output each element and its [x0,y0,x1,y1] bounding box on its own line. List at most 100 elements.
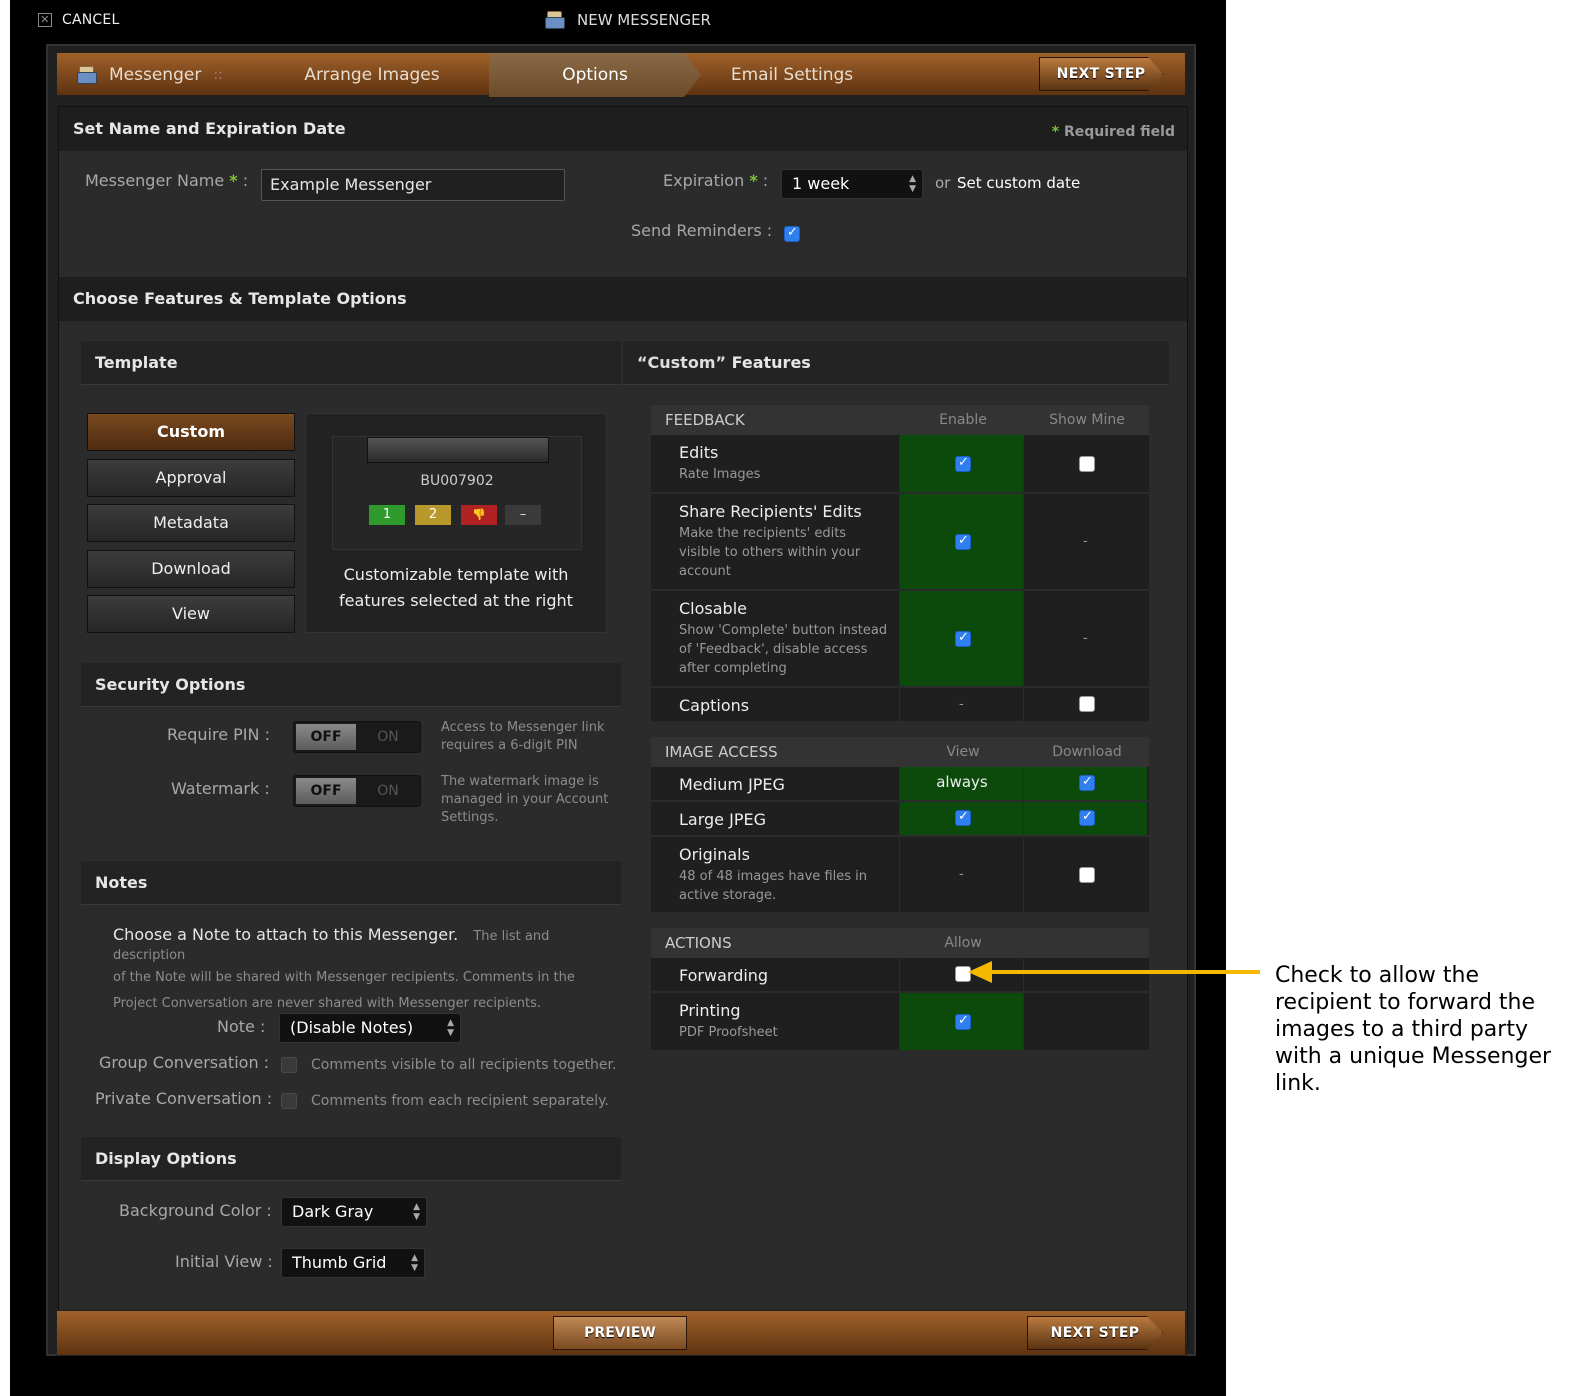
edits-show-mine-checkbox[interactable] [1079,456,1095,472]
template-download-button[interactable]: Download [87,550,295,588]
background-color-label: Background Color : [119,1201,272,1220]
close-icon: ✕ [38,13,52,27]
top-bar: ✕ CANCEL NEW MESSENGER [10,0,1226,42]
updown-icon: ▲ ▼ [413,1202,420,1222]
notes-header: Notes [81,861,621,905]
originals-download-checkbox[interactable] [1079,867,1095,883]
large-view-checkbox[interactable] [955,809,971,826]
messenger-icon [77,66,97,84]
template-view-button[interactable]: View [87,595,295,633]
medium-view-always: always [936,773,988,791]
group-conversation-checkbox[interactable] [281,1057,297,1073]
section-title: Set Name and Expiration Date [73,119,346,138]
access-row-medium-jpeg: Medium JPEG always [651,767,1149,801]
custom-features-header: “Custom” Features [623,341,1169,385]
printing-allow-checkbox[interactable] [955,1013,971,1030]
messenger-name-label: Messenger Name * : [85,171,249,190]
large-download-checkbox[interactable] [1079,809,1095,826]
initial-view-select[interactable]: Thumb Grid ▲ ▼ [281,1248,425,1278]
app-window: ✕ CANCEL NEW MESSENGER Messenger :: Arra… [10,0,1226,1396]
template-approval-button[interactable]: Approval [87,459,295,497]
cancel-label: CANCEL [62,12,120,28]
or-text: or [935,174,951,192]
template-description: Customizable template with features selec… [339,565,573,610]
section-features-template: Choose Features & Template Options [59,277,1187,321]
section-title: Choose Features & Template Options [73,289,407,308]
messenger-name-input[interactable]: Example Messenger [261,169,565,201]
action-row-printing: Printing PDF Proofsheet [651,993,1149,1051]
required-field-note: Required field [1063,124,1175,140]
notes-description: Choose a Note to attach to this Messenge… [113,925,575,1011]
actions-header: ACTIONS Allow [651,928,1149,958]
next-step-button-bottom[interactable]: NEXT STEP [1027,1316,1163,1350]
access-row-large-jpeg: Large JPEG [651,802,1149,836]
step-arrange-images[interactable]: Arrange Images [267,53,477,97]
closable-enable-checkbox[interactable] [955,630,971,647]
app-title: NEW MESSENGER [545,11,711,29]
step-label: Messenger [109,65,202,85]
send-reminders-checkbox[interactable] [784,225,800,242]
annotation-arrow-icon [968,961,992,983]
step-options[interactable]: Options [489,53,701,97]
require-pin-label: Require PIN : [167,725,270,744]
display-options-header: Display Options [81,1137,621,1181]
set-custom-date-link[interactable]: Set custom date [957,174,1080,192]
step-separator: :: [213,67,223,83]
watermark-toggle[interactable]: OFF ON [293,775,421,807]
share-edits-enable-checkbox[interactable] [955,533,971,550]
template-metadata-button[interactable]: Metadata [87,504,295,542]
thumbnail-image [367,437,549,463]
feedback-header: FEEDBACK Enable Show Mine [651,405,1149,435]
next-step-button[interactable]: NEXT STEP [1039,57,1163,91]
step-messenger[interactable]: Messenger :: [77,53,247,97]
group-conversation-help: Comments visible to all recipients toget… [311,1057,617,1073]
edits-enable-checkbox[interactable] [955,455,971,472]
expiration-select[interactable]: 1 week ▲ ▼ [781,169,923,199]
updown-icon: ▲ ▼ [411,1253,418,1273]
cancel-button[interactable]: ✕ CANCEL [38,12,119,28]
updown-icon: ▲ ▼ [909,174,916,194]
feature-row-captions: Captions - [651,688,1149,722]
private-conversation-checkbox[interactable] [281,1093,297,1109]
step-email-settings[interactable]: Email Settings [697,53,887,97]
private-conversation-label: Private Conversation : [95,1089,273,1108]
main-frame: Messenger :: Arrange Images Options Emai… [46,44,1196,1356]
messenger-icon [545,11,565,29]
send-reminders-label: Send Reminders : [631,221,773,240]
feature-row-edits: Edits Rate Images [651,435,1149,493]
private-conversation-help: Comments from each recipient separately. [311,1093,609,1109]
expiration-label: Expiration * : [663,171,769,190]
note-select[interactable]: (Disable Notes) ▲ ▼ [279,1013,461,1043]
clear-rating-button: – [505,505,541,525]
app-title-text: NEW MESSENGER [577,11,711,29]
preview-button[interactable]: PREVIEW [553,1316,687,1350]
security-options-header: Security Options [81,663,621,707]
template-header: Template [81,341,621,385]
template-custom-button[interactable]: Custom [87,413,295,451]
template-preview: BU007902 1 2 👎 – Customizable template w… [305,413,607,633]
watermark-label: Watermark : [171,779,270,798]
required-star: * [1051,124,1060,140]
captions-show-mine-checkbox[interactable] [1079,696,1095,712]
annotation-callout: Check to allow the recipient to forward … [1275,963,1552,1096]
action-row-forwarding: Forwarding [651,958,1149,992]
note-label: Note : [217,1017,266,1036]
annotation-arrow-line [990,970,1260,974]
require-pin-toggle[interactable]: OFF ON [293,721,421,753]
feature-row-closable: Closable Show 'Complete' button instead … [651,591,1149,687]
section-name-expiration: Set Name and Expiration Date * Required … [59,107,1187,151]
wizard-steps: Messenger :: Arrange Images Options Emai… [56,52,1186,97]
group-conversation-label: Group Conversation : [99,1053,270,1072]
image-access-header: IMAGE ACCESS View Download [651,737,1149,767]
options-panel: Set Name and Expiration Date * Required … [58,106,1188,1346]
rating-1-button: 1 [369,505,405,525]
background-color-select[interactable]: Dark Gray ▲ ▼ [281,1197,427,1227]
medium-download-checkbox[interactable] [1079,774,1095,791]
require-pin-help: Access to Messenger link requires a 6-di… [441,720,605,753]
preview-card: BU007902 1 2 👎 – [332,436,582,550]
thumbs-down-icon: 👎 [461,505,497,525]
watermark-help: The watermark image is managed in your A… [441,774,609,825]
updown-icon: ▲ ▼ [447,1018,454,1038]
initial-view-label: Initial View : [175,1252,273,1271]
bottom-bar: PREVIEW NEXT STEP [56,1310,1186,1356]
